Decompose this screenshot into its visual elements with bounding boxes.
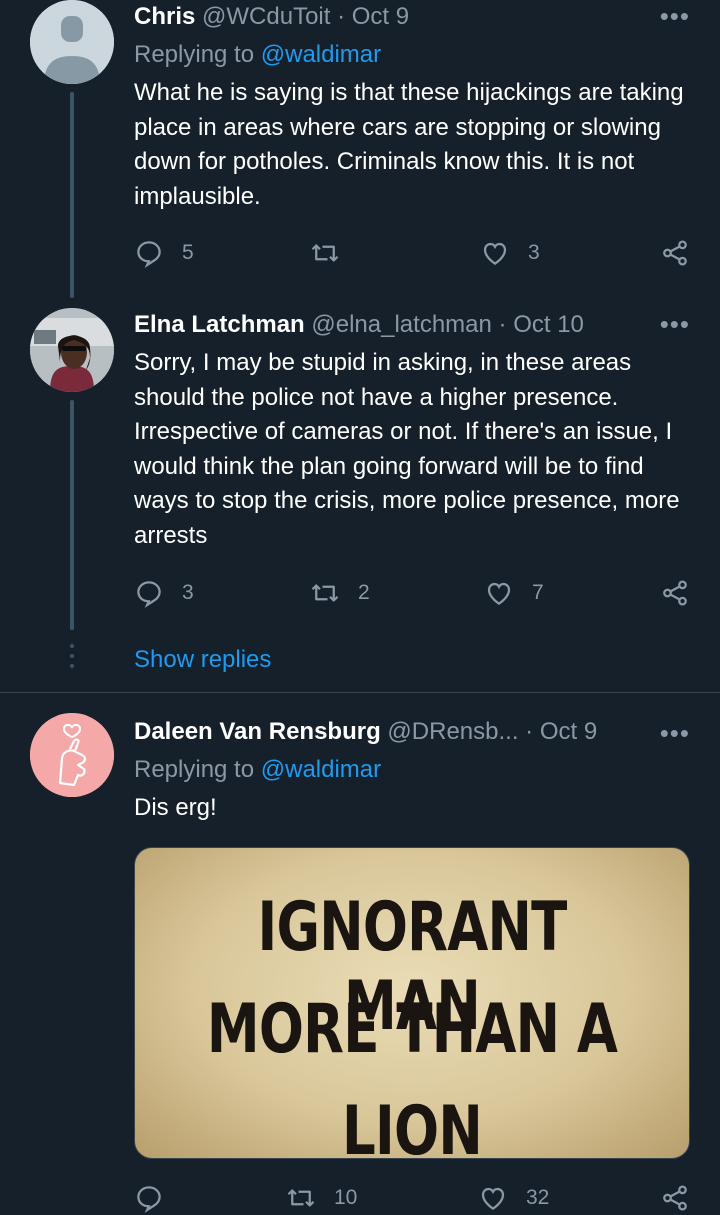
avatar-daleen[interactable]: [30, 713, 114, 797]
tweet-date[interactable]: Oct 10: [513, 311, 584, 338]
share-button[interactable]: [660, 1181, 690, 1215]
heart-icon: [481, 1187, 505, 1210]
replying-prefix: Replying to: [134, 756, 255, 783]
reply-count: 5: [182, 241, 194, 264]
separator-dot: ·: [337, 3, 346, 30]
reply-icon: [137, 581, 161, 608]
tweet-text: Dis erg!: [134, 794, 217, 821]
retweet-count: 10: [334, 1186, 358, 1209]
author-handle[interactable]: @DRensb...: [387, 718, 518, 745]
meme-text-line-3: LION: [342, 1092, 483, 1159]
replying-to: Replying to @waldimar: [134, 40, 381, 70]
tweet-text: Sorry, I may be stupid in asking, in the…: [134, 349, 680, 549]
profile-photo: [30, 308, 114, 392]
like-count: 7: [532, 581, 544, 604]
finger-heart-avatar-icon: [30, 713, 114, 797]
retweet-icon: [287, 1189, 315, 1207]
default-avatar-icon: [30, 0, 114, 84]
separator-dot: ·: [525, 718, 534, 745]
tweet-header: Daleen Van Rensburg @DRensb... · Oct 9: [134, 717, 597, 747]
author-name[interactable]: Elna Latchman: [134, 311, 305, 338]
like-button[interactable]: 3: [480, 236, 540, 270]
share-icon: [663, 240, 687, 266]
reply-count: 3: [182, 581, 194, 604]
tweet-elna[interactable]: Elna Latchman @elna_latchman · Oct 10 ••…: [0, 300, 720, 692]
tweet-media-image[interactable]: IGNORANT MAN MORE THAN A LION: [134, 847, 690, 1159]
retweet-button[interactable]: 10: [286, 1181, 357, 1215]
avatar-chris[interactable]: [30, 0, 114, 84]
tweet-actions: 3 2 7: [134, 576, 694, 610]
reply-icon: [137, 241, 161, 268]
avatar-elna[interactable]: [30, 308, 114, 392]
tweet-date[interactable]: Oct 9: [540, 718, 597, 745]
tweet-chris[interactable]: Chris @WCduToit · Oct 9 ••• Replying to …: [0, 0, 720, 300]
tweet-date[interactable]: Oct 9: [352, 3, 409, 30]
more-options-icon[interactable]: •••: [660, 3, 690, 29]
share-icon: [663, 580, 687, 606]
tweet-actions: 10 32: [134, 1181, 694, 1215]
thread-line: [70, 400, 74, 630]
replying-prefix: Replying to: [134, 41, 255, 68]
heart-icon: [487, 582, 511, 605]
like-button[interactable]: 7: [484, 576, 544, 610]
reply-button[interactable]: 3: [134, 576, 194, 610]
replying-mention-link[interactable]: @waldimar: [261, 41, 381, 68]
more-options-icon[interactable]: •••: [660, 311, 690, 337]
heart-icon: [483, 242, 507, 265]
tweet-actions: 5 3: [134, 236, 694, 270]
show-replies-link[interactable]: Show replies: [134, 645, 271, 675]
author-handle[interactable]: @elna_latchman: [311, 311, 491, 338]
replying-to: Replying to @waldimar: [134, 755, 381, 785]
thread-continuation-dots: [70, 644, 74, 674]
thread-line: [70, 92, 74, 298]
share-button[interactable]: [660, 236, 690, 270]
tweet-text: What he is saying is that these hijackin…: [134, 79, 684, 210]
share-icon: [663, 1185, 687, 1211]
retweet-button[interactable]: [310, 236, 358, 270]
separator-dot: ·: [498, 311, 507, 338]
more-options-icon[interactable]: •••: [660, 720, 690, 746]
author-name[interactable]: Daleen Van Rensburg: [134, 718, 381, 745]
reply-button[interactable]: [134, 1181, 182, 1215]
tweet-header: Elna Latchman @elna_latchman · Oct 10: [134, 310, 584, 340]
author-handle[interactable]: @WCduToit: [202, 3, 330, 30]
reply-icon: [137, 1186, 161, 1213]
retweet-icon: [311, 244, 339, 262]
like-count: 32: [526, 1186, 550, 1209]
tweet-daleen[interactable]: Daleen Van Rensburg @DRensb... · Oct 9 •…: [0, 693, 720, 1214]
replying-mention-link[interactable]: @waldimar: [261, 756, 381, 783]
meme-text-line-2: MORE THAN A: [206, 990, 618, 1069]
reply-button[interactable]: 5: [134, 236, 194, 270]
like-button[interactable]: 32: [478, 1181, 549, 1215]
retweet-button[interactable]: 2: [310, 576, 370, 610]
like-count: 3: [528, 241, 540, 264]
tweet-header: Chris @WCduToit · Oct 9: [134, 2, 409, 32]
retweet-count: 2: [358, 581, 370, 604]
share-button[interactable]: [660, 576, 690, 610]
author-name[interactable]: Chris: [134, 3, 195, 30]
retweet-icon: [311, 584, 339, 602]
